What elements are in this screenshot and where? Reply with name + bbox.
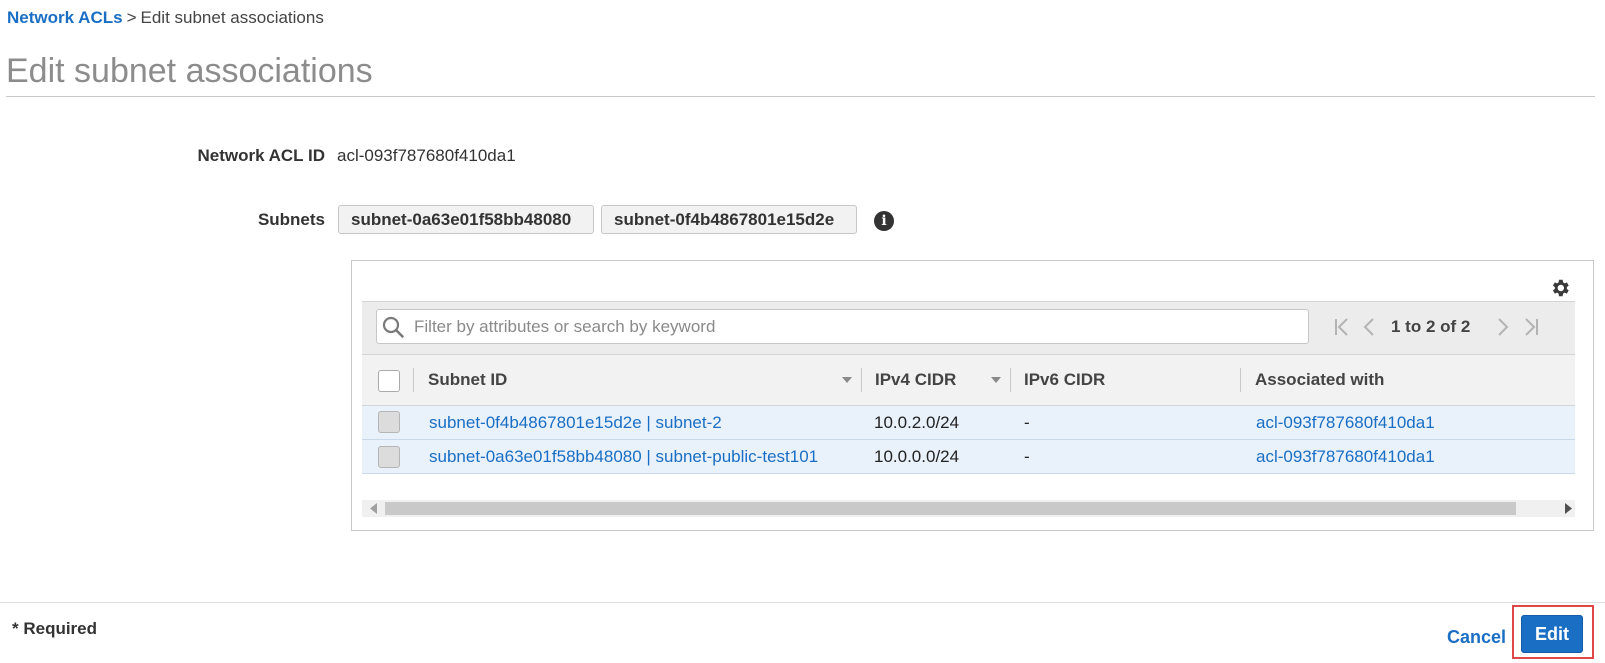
column-divider xyxy=(861,368,862,392)
page-title: Edit subnet associations xyxy=(6,52,373,90)
scroll-left-icon[interactable] xyxy=(370,503,378,514)
column-header-associated-with[interactable]: Associated with xyxy=(1255,370,1384,390)
subnet-id-link[interactable]: subnet-0f4b4867801e15d2e | subnet-2 xyxy=(429,413,722,433)
subnets-label: Subnets xyxy=(257,210,325,229)
column-header-ipv4-cidr[interactable]: IPv4 CIDR xyxy=(875,370,956,390)
gear-icon[interactable] xyxy=(1549,277,1571,299)
horizontal-scrollbar-thumb[interactable] xyxy=(385,502,1516,515)
breadcrumb: Network ACLs > Edit subnet associations xyxy=(7,8,324,28)
associated-acl-link[interactable]: acl-093f787680f410da1 xyxy=(1256,447,1435,467)
search-icon xyxy=(382,316,404,338)
cancel-button[interactable]: Cancel xyxy=(1447,627,1506,648)
sort-caret-icon[interactable] xyxy=(991,377,1001,383)
ipv6-cidr-cell: - xyxy=(1024,413,1030,432)
prev-page-icon[interactable] xyxy=(1359,316,1379,338)
select-all-checkbox[interactable] xyxy=(378,370,400,392)
subnet-id-link[interactable]: subnet-0a63e01f58bb48080 | subnet-public… xyxy=(429,447,818,467)
title-divider xyxy=(6,96,1595,97)
last-page-icon[interactable] xyxy=(1521,316,1541,338)
footer-divider xyxy=(0,602,1605,603)
row-checkbox[interactable] xyxy=(378,411,400,433)
associated-acl-link[interactable]: acl-093f787680f410da1 xyxy=(1256,413,1435,433)
scroll-right-icon[interactable] xyxy=(1564,503,1572,514)
sort-caret-icon[interactable] xyxy=(842,377,852,383)
required-note: * Required xyxy=(12,619,98,638)
column-divider xyxy=(413,368,414,392)
selected-subnet-chip[interactable]: subnet-0f4b4867801e15d2e xyxy=(601,205,857,234)
breadcrumb-current: Edit subnet associations xyxy=(140,8,324,27)
ipv4-cidr-cell: 10.0.2.0/24 xyxy=(874,413,960,432)
ipv4-cidr-cell: 10.0.0.0/24 xyxy=(874,447,960,466)
network-acl-id-value: acl-093f787680f410da1 xyxy=(337,146,516,165)
ipv6-cidr-cell: - xyxy=(1024,447,1030,466)
column-divider xyxy=(1240,368,1241,392)
table-header-row xyxy=(362,354,1575,406)
column-header-ipv6-cidr[interactable]: IPv6 CIDR xyxy=(1024,370,1105,390)
column-header-subnet-id[interactable]: Subnet ID xyxy=(428,370,507,390)
info-icon[interactable]: i xyxy=(874,211,894,231)
column-divider xyxy=(1010,368,1011,392)
network-acl-id-label: Network ACL ID xyxy=(197,146,325,165)
breadcrumb-network-acls-link[interactable]: Network ACLs xyxy=(7,8,123,27)
selected-subnet-chip[interactable]: subnet-0a63e01f58bb48080 xyxy=(338,205,594,234)
row-checkbox[interactable] xyxy=(378,446,400,468)
breadcrumb-separator: > xyxy=(126,8,137,27)
filter-search-input[interactable] xyxy=(412,314,1296,340)
edit-button[interactable]: Edit xyxy=(1521,615,1583,653)
pagination-label: 1 to 2 of 2 xyxy=(1391,317,1471,336)
first-page-icon[interactable] xyxy=(1332,316,1352,338)
next-page-icon[interactable] xyxy=(1493,316,1513,338)
